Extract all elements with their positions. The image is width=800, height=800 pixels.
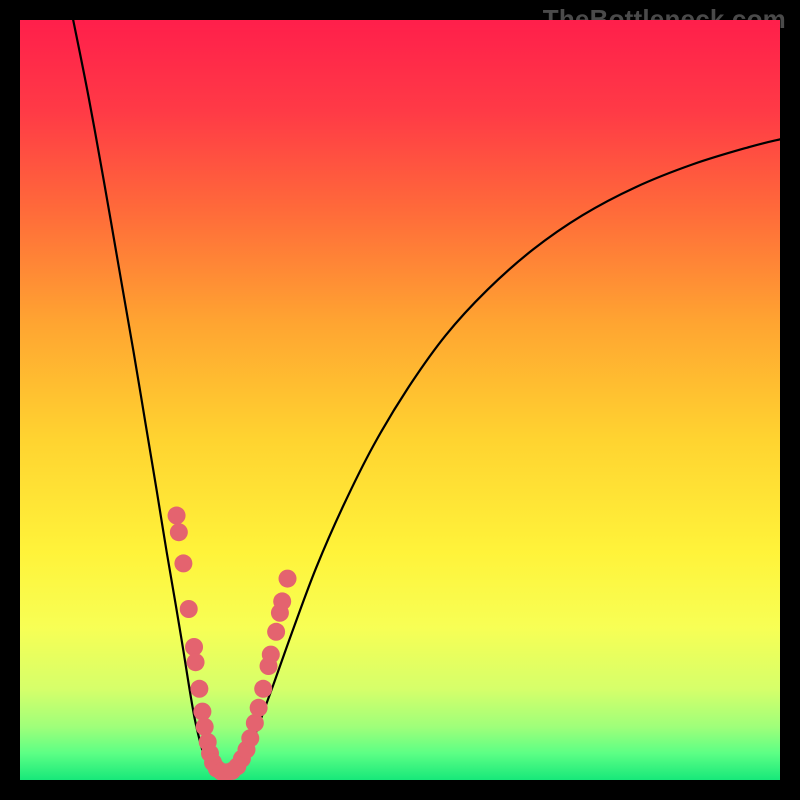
data-point-marker [254, 680, 272, 698]
data-point-marker [170, 523, 188, 541]
data-point-marker [196, 718, 214, 736]
data-point-marker [180, 600, 198, 618]
plot-area [20, 20, 780, 780]
chart-svg [20, 20, 780, 780]
chart-frame: TheBottleneck.com [0, 0, 800, 800]
data-point-marker [185, 638, 203, 656]
data-point-marker [267, 623, 285, 641]
data-point-marker [190, 680, 208, 698]
data-point-marker [174, 554, 192, 572]
data-point-marker [187, 653, 205, 671]
data-point-marker [273, 592, 291, 610]
data-point-marker [246, 714, 264, 732]
data-point-marker [250, 699, 268, 717]
data-point-marker [193, 703, 211, 721]
data-point-marker [241, 729, 259, 747]
data-point-marker [262, 646, 280, 664]
data-point-marker [279, 570, 297, 588]
data-point-marker [168, 507, 186, 525]
